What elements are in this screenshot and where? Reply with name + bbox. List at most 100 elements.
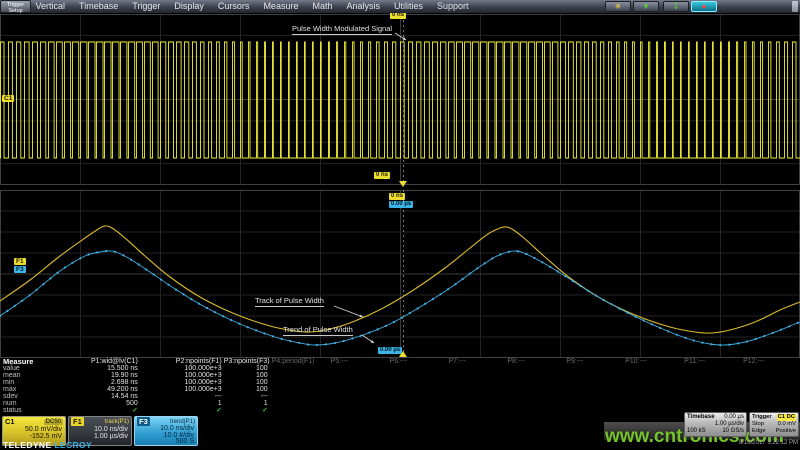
measure-column-p12: P12:--- [741,358,800,415]
measure-p3-mean: 100 [224,372,268,379]
measure-column-p1: P1:wid@lv(C1)15.500 ns19.90 ns2.698 ns49… [60,358,140,415]
measure-p6-header[interactable]: P6:--- [390,358,447,365]
trigger-level: 0.0 mV [778,421,796,428]
c1-trace-label[interactable]: C1 [2,95,14,102]
f3-cursor-readout-badge[interactable]: 0.00 µs [389,201,413,208]
measure-row-label-min: min [3,379,60,386]
trigger-type: Edge [752,428,766,435]
measure-row-label-value: value [3,365,60,372]
measure-p9-header[interactable]: P9:--- [566,358,623,365]
measure-table: MeasurevaluemeanminmaxsdevnumstatusP1:wi… [0,358,800,415]
c1-coupling: DC50 [44,419,63,425]
measure-p10-header[interactable]: P10:--- [625,358,682,365]
timebase-rate: 10 GS/s [722,428,744,435]
trigger-setup-label-2: Setup [8,8,22,14]
measure-p1-min: 2.698 ns [60,379,138,386]
menu-utilities[interactable]: Utilities [387,0,430,13]
menu-support[interactable]: Support [430,0,476,13]
measure-p2-min: 100.000e+3 [140,379,222,386]
f3-function: trend(P1) [170,419,195,425]
menu-vertical[interactable]: Vertical [29,0,73,13]
measure-column-p10: P10:--- [623,358,682,415]
measure-p12-header[interactable]: P12:--- [743,358,800,365]
trigger-setup-button[interactable]: Trigger Setup [0,0,31,13]
measure-p2-value: 100.000e+3 [140,365,222,372]
measure-p7-header[interactable]: P7:--- [448,358,505,365]
brand-teledyne: TELEDYNE [3,440,52,450]
toolbar-button-1[interactable]: ✳ [605,1,631,12]
cursor-time-badge-top[interactable]: 0 ns [390,12,406,19]
trigger-title: Trigger [752,414,772,421]
measure-row-label-status: status [3,407,60,414]
menu-trigger[interactable]: Trigger [125,0,167,13]
annotation-trend: Trend of Pulse Width [283,326,353,336]
measure-p1-mean: 19.90 ns [60,372,138,379]
brand-lecroy: LECROY [54,440,92,450]
measure-column-p9: P9:--- [564,358,623,415]
f3-trace-label[interactable]: F3 [14,266,26,273]
menu-timebase[interactable]: Timebase [72,0,125,13]
f1-function: track(P1) [105,419,129,425]
trigger-mode: Stop [752,421,764,428]
c1-vscale: 50.0 mV/div [3,426,65,433]
measure-row-label-mean: mean [3,372,60,379]
f1-vscale: 10.0 ns/div [69,426,131,433]
measure-p5-header[interactable]: P5:--- [331,358,388,365]
measure-p3-num: 1 [224,400,268,407]
menu-scroll-handle[interactable] [792,1,798,12]
annotation-track: Track of Pulse Width [255,297,324,307]
f3-descriptor-box[interactable]: F3 trend(P1) 10.0 ns/div 10.0 #/div 500 … [134,416,198,446]
measure-p3-value: 100 [224,365,268,372]
toolbar-button-2[interactable]: ▼ [633,1,659,12]
timebase-summary-box[interactable]: Timebase0.00 µs 1.00 µs/div 100 kS10 GS/… [684,412,747,437]
trigger-position-marker-top[interactable] [399,181,407,187]
f1-cursor-readout-badge[interactable]: 0 ns [389,193,405,200]
measure-column-p6: P6:--- [388,358,447,415]
f1-trace-label[interactable]: F1 [14,258,26,265]
menu-analysis[interactable]: Analysis [339,0,387,13]
brand-logo: TELEDYNE LECROY [3,440,92,450]
c1-offset: -152.5 mV [3,433,65,440]
measure-p2-header[interactable]: P2:npoints(F1) [140,358,222,365]
f3-samples: 500 S [135,439,197,446]
timebase-delay: 0.00 µs [724,414,744,421]
trigger-slope: Positive [776,428,796,435]
measure-p2-mean: 100.000e+3 [140,372,222,379]
toolbar-button-3[interactable]: ↧ [663,1,689,12]
measure-p4-header[interactable]: P4:period(F1) [272,358,329,365]
timebase-hscale: 1.00 µs/div [715,421,744,428]
measure-p2-max: 100.000e+3 [140,386,222,393]
measure-column-p11: P11:--- [682,358,741,415]
trigger-summary-box[interactable]: TriggerC1 DC Stop0.0 mV EdgePositive [749,412,799,437]
measure-p3-sdev: --- [224,393,268,400]
measure-p3-min: 100 [224,379,268,386]
measure-p1-sdev: 14.54 ns [60,393,138,400]
measure-p2-num: 1 [140,400,222,407]
measure-p1-num: 500 [60,400,138,407]
measure-p2-sdev: --- [140,393,222,400]
c1-box-label: C1 [5,417,15,426]
menu-display[interactable]: Display [167,0,211,13]
measure-p8-header[interactable]: P8:--- [507,358,564,365]
measure-p3-header[interactable]: P3:npoints(F3) [224,358,268,365]
waveform-display[interactable]: Pulse Width Modulated Signal Track of Pu… [0,14,800,358]
f1-box-label: F1 [71,417,84,426]
timebase-title: Timebase [687,414,715,421]
toolbar-button-record[interactable]: ● [691,1,717,12]
menu-measure[interactable]: Measure [256,0,305,13]
measure-p1-status: ✓ [60,407,138,414]
menu-cursors[interactable]: Cursors [211,0,257,13]
record-stop-icon: ● [702,2,707,11]
measure-p1-header[interactable]: P1:wid@lv(C1) [60,358,138,365]
cursor-time-badge-divider[interactable]: 0 ns [374,172,390,179]
menu-math[interactable]: Math [305,0,339,13]
measure-column-p5: P5:--- [329,358,388,415]
measure-column-p3: P3:npoints(F3)100100100100---1✓ [224,358,270,415]
measure-p11-header[interactable]: P11:--- [684,358,741,365]
clock-timestamp: 8/16/2017 3:22:12 PM [739,440,798,446]
measure-table-title: Measure [3,358,60,365]
green-arrow-down-icon: ▼ [642,2,650,11]
measure-p1-max: 49.200 ns [60,386,138,393]
trigger-position-marker-bottom[interactable] [399,351,407,357]
green-arrow-tray-icon: ↧ [673,2,680,11]
